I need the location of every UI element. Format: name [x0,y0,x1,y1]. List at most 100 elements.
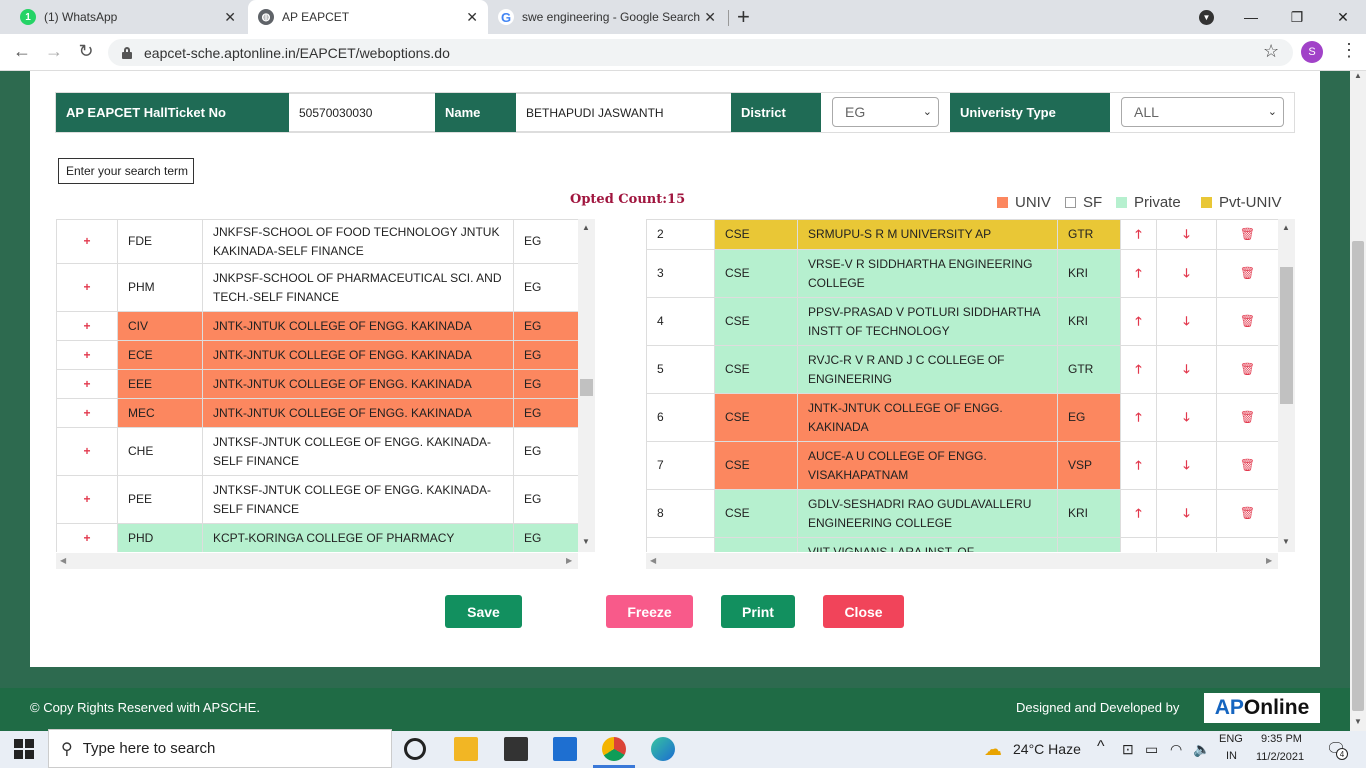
clock-time[interactable]: 9:35 PM [1261,733,1302,745]
scroll-down-icon[interactable]: ▼ [1354,717,1362,726]
mail-icon[interactable] [553,737,577,761]
url-bar[interactable]: eapcet-sche.aptonline.in/EAPCET/weboptio… [108,39,1293,66]
reload-icon[interactable]: ↻ [72,38,100,64]
scrollbar-thumb[interactable] [580,379,593,396]
move-down-arrow-icon[interactable] [1156,537,1217,552]
lang-eng[interactable]: ENG [1219,733,1243,745]
add-option-button[interactable]: + [56,427,118,476]
add-option-button[interactable]: + [56,475,118,524]
left-table-vscrollbar[interactable]: ▲ ▼ [578,219,595,552]
delete-trash-icon[interactable]: 🗑 [1216,345,1278,394]
scroll-right-icon[interactable]: ▶ [566,556,572,565]
right-table-hscrollbar[interactable]: ◀ ▶ [646,553,1278,569]
lang-in[interactable]: IN [1226,750,1237,762]
scroll-up-icon[interactable]: ▲ [1282,223,1290,232]
scrollbar-thumb[interactable] [1280,267,1293,404]
legend-pvt-univ: Pvt-UNIV [1201,194,1282,211]
battery-icon[interactable]: ▭ [1145,741,1158,758]
volume-icon[interactable]: 🔈 [1193,741,1210,758]
move-down-arrow-icon[interactable]: 🡓 [1156,345,1217,394]
move-up-arrow-icon[interactable]: 🡑 [1120,219,1157,250]
close-window-icon[interactable]: ✕ [1320,0,1366,34]
search-input[interactable]: Enter your search term [58,158,194,184]
weather-text[interactable]: 24°C Haze [1013,741,1081,757]
delete-trash-icon[interactable]: 🗑 [1216,219,1278,250]
scroll-down-icon[interactable]: ▼ [582,537,590,546]
college-cell: AUCE-A U COLLEGE OF ENGG. VISAKHAPATNAM [797,441,1058,490]
branch-cell: CSE [714,219,798,250]
tab-search-icon[interactable]: ▼ [1199,10,1214,25]
store-icon[interactable] [504,737,528,761]
restore-icon[interactable]: ❐ [1274,0,1320,34]
add-option-button[interactable]: + [56,398,118,428]
university-type-select[interactable]: ALL ⌄ [1121,97,1284,127]
scroll-up-icon[interactable]: ▲ [582,223,590,232]
tab-ap-eapcet[interactable]: ◍ AP EAPCET ✕ [248,0,488,34]
scroll-up-icon[interactable]: ▲ [1354,71,1362,80]
wifi-icon[interactable]: ◠ [1170,741,1182,758]
add-option-button[interactable]: + [56,369,118,399]
chrome-icon[interactable] [602,737,626,761]
add-option-button[interactable]: + [56,219,118,264]
add-option-button[interactable]: + [56,340,118,370]
back-icon[interactable]: ← [8,38,36,64]
tab-google-search[interactable]: G swe engineering - Google Search ✕ [488,0,726,34]
move-up-arrow-icon[interactable]: 🡑 [1120,489,1157,538]
delete-trash-icon[interactable]: 🗑 [1216,249,1278,298]
delete-trash-icon[interactable]: 🗑 [1216,297,1278,346]
district-cell: EG [513,219,578,264]
print-button[interactable]: Print [721,595,795,628]
move-down-arrow-icon[interactable]: 🡓 [1156,393,1217,442]
move-up-arrow-icon[interactable]: 🡑 [1120,441,1157,490]
move-down-arrow-icon[interactable]: 🡓 [1156,219,1217,250]
profile-avatar[interactable]: S [1301,41,1323,63]
add-option-button[interactable]: + [56,523,118,552]
bookmark-star-icon[interactable]: ☆ [1263,41,1279,62]
move-down-arrow-icon[interactable]: 🡓 [1156,249,1217,298]
priority-cell: 8 [646,489,715,538]
move-up-arrow-icon[interactable]: 🡑 [1120,345,1157,394]
page-scrollbar[interactable]: ▲ ▼ [1350,71,1366,731]
delete-trash-icon[interactable]: 🗑 [1216,393,1278,442]
clock-date[interactable]: 11/2/2021 [1256,751,1304,763]
delete-trash-icon[interactable] [1216,537,1278,552]
freeze-button[interactable]: Freeze [606,595,693,628]
minimize-icon[interactable]: — [1228,0,1274,34]
close-tab-icon[interactable]: ✕ [466,9,478,26]
move-down-arrow-icon[interactable]: 🡓 [1156,441,1217,490]
left-table-hscrollbar[interactable]: ◀ ▶ [56,553,578,569]
menu-kebab-icon[interactable]: ⋮ [1340,40,1358,61]
delete-trash-icon[interactable]: 🗑 [1216,441,1278,490]
move-up-arrow-icon[interactable]: 🡑 [1120,393,1157,442]
right-table-vscrollbar[interactable]: ▲ ▼ [1278,219,1295,552]
task-view-icon[interactable] [404,738,426,760]
page-scrollbar-thumb[interactable] [1352,241,1364,711]
windows-start-icon[interactable] [14,739,34,759]
close-tab-icon[interactable]: ✕ [704,9,716,26]
close-button[interactable]: Close [823,595,904,628]
new-tab-icon[interactable]: + [737,4,750,30]
move-down-arrow-icon[interactable]: 🡓 [1156,489,1217,538]
file-explorer-icon[interactable] [454,737,478,761]
move-up-arrow-icon[interactable]: 🡑 [1120,297,1157,346]
taskbar-search-box[interactable]: ⚲ Type here to search [48,729,392,768]
close-tab-icon[interactable]: ✕ [224,9,236,26]
tray-chevron-icon[interactable]: ^ [1097,738,1105,756]
weather-haze-icon[interactable]: ☁ [984,739,1002,760]
move-up-arrow-icon[interactable] [1120,537,1157,552]
move-down-arrow-icon[interactable]: 🡓 [1156,297,1217,346]
scroll-down-icon[interactable]: ▼ [1282,537,1290,546]
save-button[interactable]: Save [445,595,522,628]
forward-icon[interactable]: → [40,38,68,64]
tab-whatsapp[interactable]: 1 (1) WhatsApp ✕ [10,0,246,34]
scroll-left-icon[interactable]: ◀ [60,556,66,565]
scroll-left-icon[interactable]: ◀ [650,556,656,565]
move-up-arrow-icon[interactable]: 🡑 [1120,249,1157,298]
add-option-button[interactable]: + [56,311,118,341]
district-select[interactable]: EG ⌄ [832,97,939,127]
network-icon[interactable]: ⊡ [1122,741,1134,758]
scroll-right-icon[interactable]: ▶ [1266,556,1272,565]
add-option-button[interactable]: + [56,263,118,312]
delete-trash-icon[interactable]: 🗑 [1216,489,1278,538]
edge-icon[interactable] [651,737,675,761]
